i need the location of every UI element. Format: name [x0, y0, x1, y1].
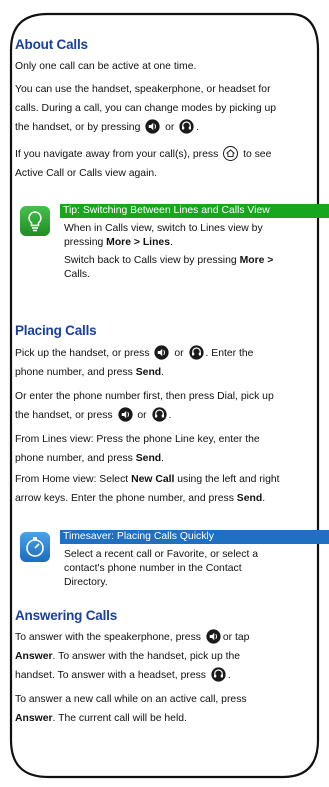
headset-icon — [179, 119, 194, 134]
timesaver-header: Timesaver: Placing Calls Quickly — [60, 530, 329, 544]
timesaver-box: Timesaver: Placing Calls Quickly Select … — [18, 526, 329, 596]
speakerphone-icon — [154, 345, 170, 360]
speakerphone-icon — [206, 629, 221, 644]
headset-icon — [188, 345, 204, 360]
placing-calls-heading: Placing Calls — [15, 323, 97, 338]
lightbulb-icon — [20, 206, 50, 236]
tip-header: Tip: Switching Between Lines and Calls V… — [60, 204, 329, 218]
headset-icon — [211, 667, 226, 682]
placing-p4: From Home view: Select New Call using th… — [15, 474, 280, 504]
speakerphone-icon — [145, 119, 160, 134]
about-calls-heading: About Calls — [15, 37, 88, 52]
home-icon — [223, 146, 239, 161]
placing-p1: Pick up the handset, or press or . Enter… — [15, 344, 315, 382]
stopwatch-icon — [20, 532, 50, 562]
answering-p2: To answer a new call while on an active … — [15, 694, 247, 724]
headset-icon — [151, 407, 167, 422]
placing-p3: From Lines view: Press the phone Line ke… — [15, 434, 260, 464]
about-p2: You can use the handset, speakerphone, o… — [15, 84, 277, 134]
about-p3: If you navigate away from your call(s), … — [15, 145, 315, 183]
answering-calls-heading: Answering Calls — [15, 608, 118, 623]
tip-box: Tip: Switching Between Lines and Calls V… — [18, 200, 329, 288]
tip-body: When in Calls view, switch to Lines view… — [64, 223, 274, 280]
answering-p1: To answer with the speakerphone, press o… — [15, 628, 315, 685]
placing-p2: Or enter the phone number first, then pr… — [15, 391, 274, 422]
timesaver-body: Select a recent call or Favorite, or sel… — [64, 549, 259, 588]
speakerphone-icon — [117, 407, 133, 422]
about-p1: Only one call can be active at one time. — [15, 61, 197, 72]
